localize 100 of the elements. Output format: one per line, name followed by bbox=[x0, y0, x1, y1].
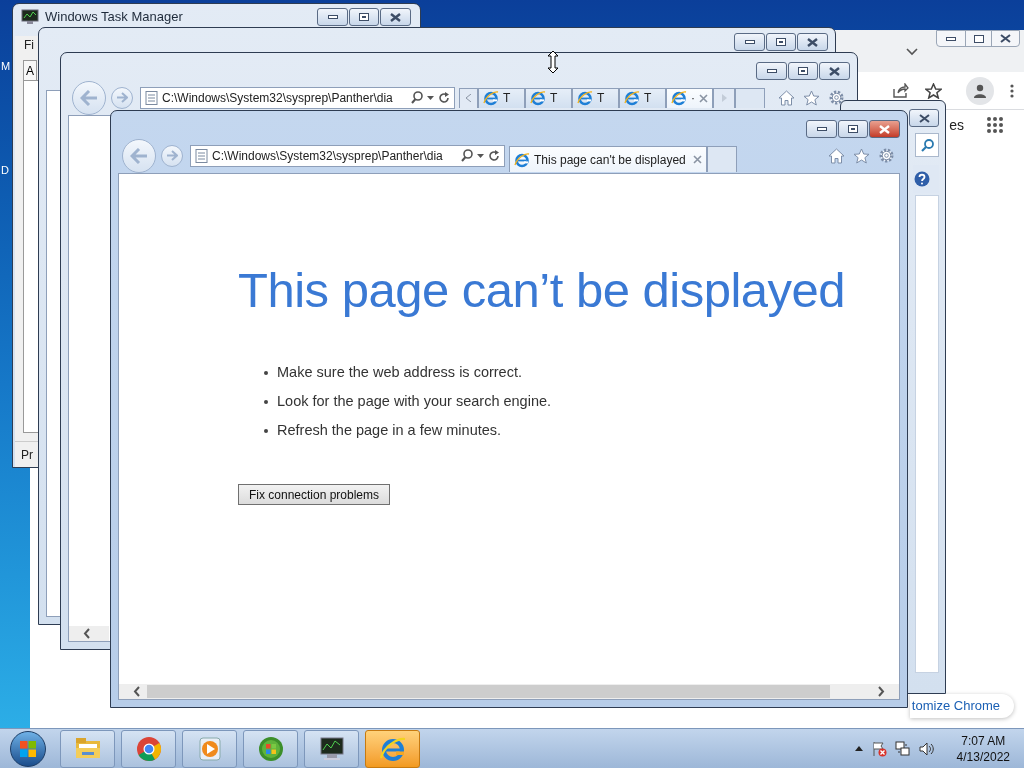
maximize-button[interactable] bbox=[788, 62, 818, 80]
menu-button[interactable] bbox=[1010, 83, 1014, 98]
maximize-icon bbox=[776, 38, 786, 46]
start-button[interactable] bbox=[10, 730, 46, 767]
right-arrow-icon bbox=[166, 150, 178, 161]
favorites-button[interactable] bbox=[803, 89, 820, 106]
browser-icon bbox=[671, 90, 687, 106]
address-field[interactable]: C:\Windows\System32\sysprep\Panther\dia bbox=[140, 86, 455, 109]
window-title: Windows Task Manager bbox=[45, 8, 183, 27]
close-button[interactable] bbox=[869, 120, 900, 138]
chevron-down-icon bbox=[906, 48, 918, 56]
settings-icon bbox=[878, 147, 895, 164]
profile-button[interactable] bbox=[966, 76, 994, 105]
close-tab-icon bbox=[693, 155, 702, 164]
tab[interactable]: A bbox=[23, 60, 37, 80]
right-triangle-icon bbox=[721, 94, 727, 102]
desktop-icon-label[interactable]: M bbox=[1, 58, 11, 75]
address-field[interactable]: C:\Windows\System32\sysprep\Panther\dia bbox=[190, 144, 505, 167]
minimize-icon bbox=[327, 15, 338, 19]
close-button[interactable] bbox=[380, 8, 411, 26]
favorites-button[interactable] bbox=[853, 147, 870, 164]
close-button[interactable] bbox=[819, 62, 850, 80]
desktop-icon-label[interactable]: D bbox=[1, 162, 9, 179]
tip-text: Make sure the web address is correct. bbox=[277, 363, 522, 382]
browser-tab[interactable]: T bbox=[619, 87, 666, 108]
maximize-icon bbox=[848, 125, 858, 133]
bullet-icon bbox=[264, 399, 268, 404]
refresh-icon bbox=[438, 91, 450, 104]
search-icon bbox=[920, 138, 934, 152]
settings-icon bbox=[828, 89, 845, 106]
minimize-button[interactable] bbox=[756, 62, 787, 80]
share-button[interactable] bbox=[893, 83, 909, 98]
help-icon bbox=[914, 171, 930, 187]
fix-connection-button[interactable]: Fix connection problems bbox=[238, 484, 390, 505]
browser-tab[interactable]: This page can't be displayed bbox=[509, 146, 707, 172]
close-icon bbox=[807, 37, 818, 47]
taskbar-button[interactable] bbox=[304, 729, 359, 768]
maximize-icon bbox=[359, 13, 369, 21]
browser-tab[interactable]: T bbox=[525, 87, 572, 108]
browser-icon bbox=[577, 90, 593, 106]
monitor-icon bbox=[317, 734, 346, 763]
left-arrow-icon bbox=[80, 89, 98, 106]
show-hidden-icons-button[interactable] bbox=[854, 746, 863, 751]
link-text[interactable]: es bbox=[949, 114, 964, 136]
minimize-button[interactable] bbox=[806, 120, 837, 138]
search-icon bbox=[461, 149, 473, 162]
apps-button[interactable] bbox=[986, 116, 1004, 134]
search-button[interactable] bbox=[915, 133, 939, 157]
up-triangle-icon bbox=[854, 746, 863, 751]
dropdown-caret-icon bbox=[427, 95, 434, 100]
scroll-left-button[interactable] bbox=[69, 626, 109, 641]
star-icon bbox=[925, 82, 942, 99]
close-button[interactable] bbox=[909, 109, 939, 127]
right-chevron-icon bbox=[877, 686, 885, 697]
maximize-button[interactable] bbox=[838, 120, 868, 138]
settings-button[interactable] bbox=[828, 89, 845, 106]
speaker-icon bbox=[918, 741, 935, 756]
maximize-button[interactable] bbox=[349, 8, 379, 26]
browser-tab[interactable]: · bbox=[666, 87, 713, 108]
bookmark-button[interactable] bbox=[925, 82, 942, 99]
left-chevron-icon bbox=[133, 686, 141, 697]
horizontal-scrollbar[interactable] bbox=[119, 684, 899, 699]
right-arrow-icon bbox=[116, 92, 128, 103]
minimize-icon bbox=[744, 40, 755, 44]
customize-chrome-button[interactable]: tomize Chrome bbox=[910, 694, 1014, 718]
maximize-icon bbox=[798, 67, 808, 75]
settings-button[interactable] bbox=[878, 147, 895, 164]
clock[interactable]: 7:07 AM 4/13/2022 bbox=[956, 732, 1010, 765]
menu-item[interactable]: Fi bbox=[24, 36, 34, 54]
scrollbar-thumb[interactable] bbox=[147, 685, 830, 698]
minimize-button[interactable] bbox=[317, 8, 348, 26]
star-icon bbox=[803, 89, 820, 106]
close-icon bbox=[390, 12, 401, 22]
close-icon bbox=[879, 124, 890, 134]
monitor-icon bbox=[21, 9, 39, 25]
person-icon bbox=[973, 83, 987, 98]
chrome-icon bbox=[134, 734, 163, 763]
left-chevron-icon bbox=[83, 628, 91, 639]
close-tab-icon bbox=[699, 93, 708, 103]
error-heading: This page can’t be displayed bbox=[238, 262, 847, 319]
star-icon bbox=[853, 147, 870, 164]
windows-logo-icon bbox=[19, 739, 37, 758]
home-icon bbox=[778, 89, 795, 106]
maximize-button[interactable] bbox=[766, 33, 796, 51]
home-button[interactable] bbox=[828, 147, 845, 164]
home-button[interactable] bbox=[778, 89, 795, 106]
search-icon bbox=[411, 91, 423, 104]
bullet-icon bbox=[264, 370, 268, 375]
tip-text: Look for the page with your search engine. bbox=[277, 392, 552, 411]
browser-tab[interactable]: T bbox=[478, 87, 525, 108]
minimize-button[interactable] bbox=[734, 33, 765, 51]
more-dots-icon bbox=[1010, 83, 1014, 98]
browser-icon bbox=[483, 90, 499, 106]
browser-tab[interactable]: T bbox=[572, 87, 619, 108]
close-button[interactable] bbox=[797, 33, 828, 51]
close-icon bbox=[918, 113, 930, 123]
tab-search-button[interactable] bbox=[906, 48, 918, 56]
browser-icon bbox=[530, 90, 546, 106]
close-icon bbox=[1000, 34, 1011, 43]
page-icon bbox=[195, 148, 208, 163]
